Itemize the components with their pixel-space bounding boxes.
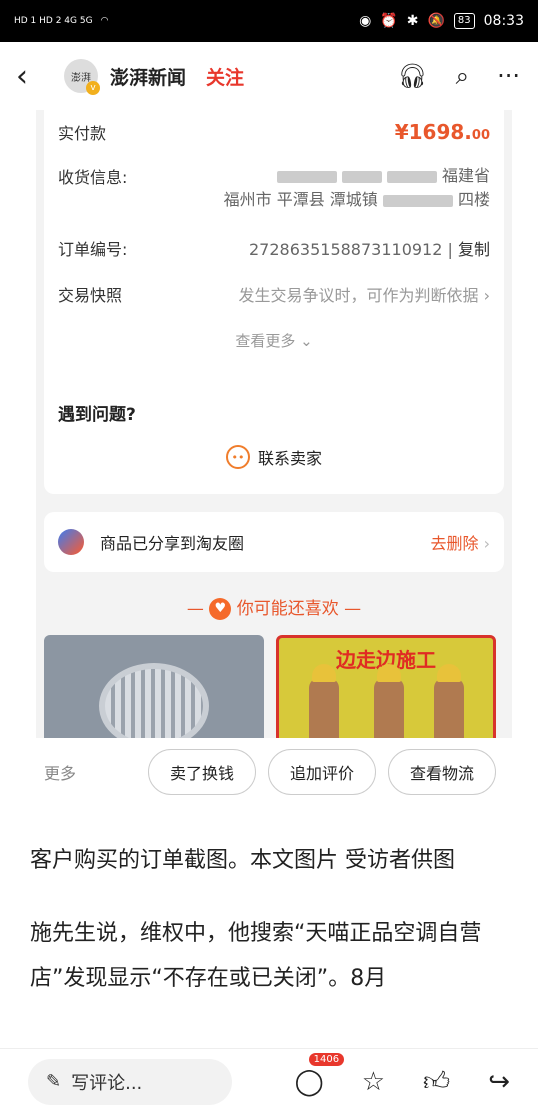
- order-actions-bar: 更多 卖了换钱 追加评价 查看物流: [0, 738, 538, 806]
- bottom-bar: ✎ 写评论... ◯ 1406 ☆ 👍︎ ↪: [0, 1048, 538, 1114]
- add-review-button[interactable]: 追加评价: [268, 749, 376, 795]
- follow-button[interactable]: 关注: [206, 63, 244, 90]
- search-icon[interactable]: ⌕: [456, 62, 469, 90]
- comment-icon[interactable]: ◯ 1406: [295, 1052, 345, 1097]
- problem-title: 遇到问题?: [58, 405, 136, 425]
- order-number: 2728635158873110912: [249, 240, 443, 259]
- problem-card: 遇到问题? •• 联系卖家: [44, 380, 504, 494]
- comment-input[interactable]: ✎ 写评论...: [28, 1058, 232, 1105]
- snapshot-row[interactable]: 交易快照 发生交易争议时，可作为判断依据 ›: [58, 282, 490, 306]
- worker-figure: [374, 664, 404, 738]
- share-card: 商品已分享到淘友圈 去删除 ›: [44, 512, 504, 572]
- battery-icon: 83: [453, 13, 475, 29]
- logistics-button[interactable]: 查看物流: [388, 749, 496, 795]
- comment-count-badge: 1406: [308, 1052, 345, 1066]
- paid-row: 实付款 ¥1698.00: [58, 120, 490, 144]
- address-value: 福建省 福州市 平潭县 潭城镇 四楼: [223, 166, 490, 209]
- back-icon[interactable]: ‹: [16, 59, 56, 94]
- address-row: 收货信息: 福建省 福州市 平潭县 潭城镇 四楼: [58, 164, 490, 212]
- eye-icon: ◉: [359, 13, 372, 29]
- worker-figure: [434, 664, 464, 738]
- recommend-header: — ♥ 你可能还喜欢 —: [186, 598, 362, 620]
- product-card-drain[interactable]: [44, 635, 264, 738]
- embedded-screenshot: 实付款 ¥1698.00 收货信息: 福建省 福州市 平潭县 潭城镇 四楼 订单…: [36, 110, 512, 738]
- publisher-name[interactable]: 澎湃新闻: [110, 63, 186, 90]
- drain-image: [99, 663, 209, 738]
- signal-area: HD 1 HD 2 4G 5G ◠: [14, 16, 109, 26]
- contact-seller-button[interactable]: •• 联系卖家: [58, 445, 490, 469]
- status-bar: HD 1 HD 2 4G 5G ◠ ◉ ⏰ ✱ 🔕 83 08:33: [0, 0, 538, 42]
- chevron-right-icon: ›: [483, 534, 490, 553]
- share-icon[interactable]: ↪: [488, 1067, 510, 1097]
- status-right: ◉ ⏰ ✱ 🔕 83 08:33: [359, 13, 524, 29]
- alarm-icon: ⏰: [380, 13, 398, 29]
- body-paragraph: 施先生说，维权中，他搜索“天喵正品空调自营店”发现显示“不存在或已关闭”。8月: [30, 921, 482, 991]
- article-body: 客户购买的订单截图。本文图片 受访者供图 施先生说，维权中，他搜索“天喵正品空调…: [30, 838, 518, 1029]
- chat-face-icon: ••: [225, 445, 250, 469]
- chevron-down-icon: ⌄: [300, 332, 313, 350]
- wifi-icon: ◠: [100, 16, 109, 26]
- star-icon[interactable]: ☆: [362, 1067, 385, 1097]
- product-card-construction[interactable]: 边走边施工: [276, 635, 496, 738]
- app-header: ‹ 澎湃 v 澎湃新闻 关注 🎧︎ ⌕ ···: [0, 42, 538, 110]
- taobao-circle-icon: [58, 529, 84, 555]
- sell-button[interactable]: 卖了换钱: [148, 749, 256, 795]
- more-button[interactable]: 更多: [44, 760, 148, 784]
- bluetooth-icon: ✱: [406, 13, 419, 29]
- header-icons: 🎧︎ ⌕ ···: [397, 42, 520, 110]
- clock: 08:33: [483, 13, 524, 29]
- verified-icon: v: [86, 81, 100, 95]
- delete-share-button[interactable]: 去删除 ›: [430, 530, 490, 554]
- caption-paragraph: 客户购买的订单截图。本文图片 受访者供图: [30, 848, 455, 873]
- headphone-icon[interactable]: 🎧︎: [397, 62, 427, 90]
- pen-icon: ✎: [46, 1071, 62, 1092]
- more-icon[interactable]: ···: [497, 62, 520, 90]
- order-no-row: 订单编号: 2728635158873110912 | 复制: [58, 240, 490, 259]
- mute-icon: 🔕: [427, 13, 445, 29]
- thumbs-up-icon[interactable]: 👍︎: [423, 1066, 450, 1097]
- see-more-link[interactable]: 查看更多 ⌄: [44, 330, 504, 351]
- share-text: 商品已分享到淘友圈: [100, 534, 245, 553]
- worker-figure: [309, 664, 339, 738]
- heart-icon: ♥: [209, 598, 232, 620]
- paid-amount: ¥1698.00: [394, 120, 490, 144]
- bottom-icons: ◯ 1406 ☆ 👍︎ ↪: [295, 1052, 510, 1097]
- chevron-right-icon: ›: [483, 286, 490, 305]
- copy-button[interactable]: 复制: [458, 240, 490, 259]
- avatar[interactable]: 澎湃 v: [64, 59, 100, 95]
